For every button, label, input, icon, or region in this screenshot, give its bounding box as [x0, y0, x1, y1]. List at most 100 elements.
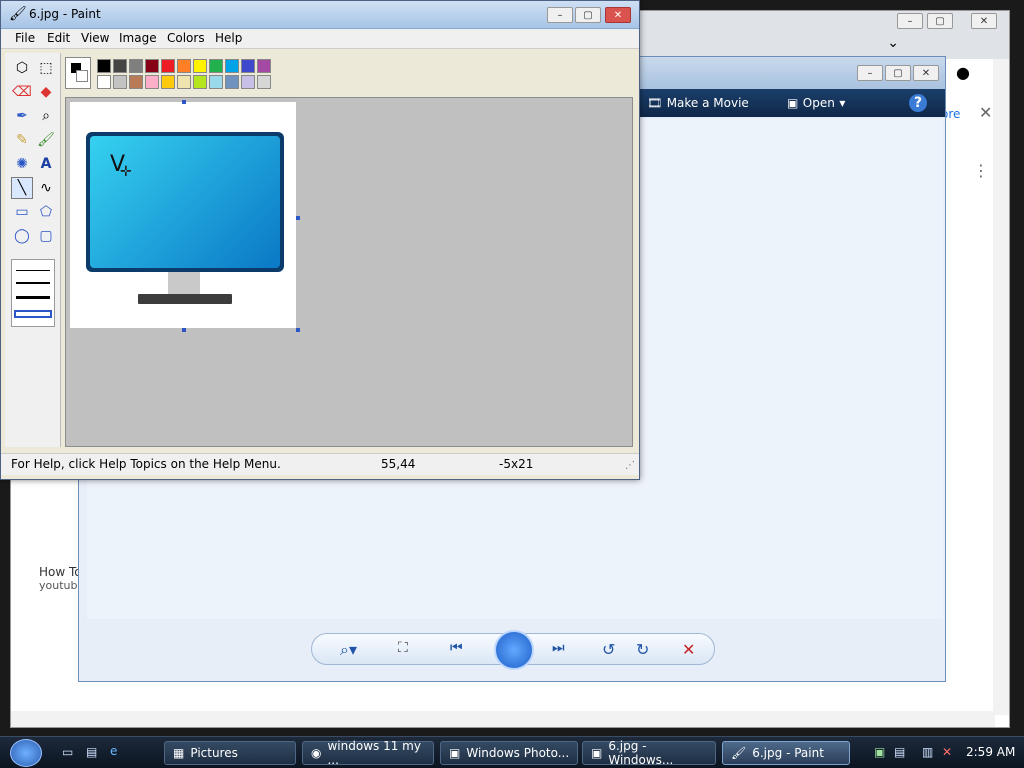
rect-select-icon[interactable]: ⬚ [35, 57, 57, 79]
tray-icon-1[interactable]: ▤ [894, 745, 905, 759]
chevron-down-icon[interactable]: ⌄ [887, 35, 899, 51]
pg-maximize-button[interactable]: ▢ [885, 65, 911, 81]
close-icon[interactable]: ✕ [979, 103, 992, 122]
menu-help[interactable]: Help [215, 31, 242, 45]
help-icon[interactable]: ? [909, 94, 927, 112]
show-desktop-icon[interactable]: ▭ [62, 745, 73, 759]
brush-icon[interactable]: 🖌 [35, 129, 57, 151]
menu-colors[interactable]: Colors [167, 31, 205, 45]
open-button[interactable]: ▣ Open ▾ [787, 95, 845, 111]
pencil-icon[interactable]: ✎ [11, 129, 33, 151]
resize-grip-icon[interactable]: ⋰ [625, 460, 635, 471]
palette-swatch[interactable] [113, 75, 127, 89]
palette-swatch[interactable] [145, 59, 159, 73]
paint-minimize-button[interactable]: – [547, 7, 573, 23]
network-icon[interactable]: ▣ [874, 745, 885, 759]
eraser-icon[interactable]: ⌫ [11, 81, 33, 103]
switch-windows-icon[interactable]: ▤ [86, 745, 97, 759]
browser-minimize-button[interactable]: – [897, 13, 923, 29]
palette-swatch[interactable] [129, 75, 143, 89]
paint-maximize-button[interactable]: ▢ [575, 7, 601, 23]
make-movie-button[interactable]: 🎞 Make a Movie [647, 95, 749, 111]
palette-swatch[interactable] [177, 59, 191, 73]
rotate-right-icon[interactable]: ↻ [636, 640, 649, 659]
menu-edit[interactable]: Edit [47, 31, 70, 45]
browser-close-button[interactable]: ✕ [971, 13, 997, 29]
rectangle-tool-icon[interactable]: ▭ [11, 201, 33, 223]
chrome-icon: ◉ [311, 746, 322, 760]
line-width-2[interactable] [16, 282, 50, 284]
clock[interactable]: 2:59 AM [966, 745, 1015, 759]
line-tool-icon[interactable]: ╲ [11, 177, 33, 199]
vertical-scrollbar[interactable] [993, 59, 1009, 715]
menu-file[interactable]: File [15, 31, 35, 45]
pg-minimize-button[interactable]: – [857, 65, 883, 81]
start-button[interactable] [10, 739, 42, 767]
secondary-color-swatch [76, 70, 88, 82]
ellipse-tool-icon[interactable]: ◯ [11, 225, 33, 247]
palette-swatch[interactable] [193, 75, 207, 89]
text-tool-icon[interactable]: A [35, 153, 57, 175]
palette-swatch[interactable] [225, 59, 239, 73]
palette-swatch[interactable] [257, 75, 271, 89]
zoom-icon[interactable]: ⌕▾ [340, 640, 357, 660]
photo-viewer-icon: ▣ [591, 746, 603, 760]
palette-swatch[interactable] [113, 59, 127, 73]
airbrush-icon[interactable]: ✺ [11, 153, 33, 175]
resize-handle-top[interactable] [182, 100, 186, 104]
actual-size-icon[interactable]: ⛶ [398, 640, 408, 656]
video-title[interactable]: How To [39, 565, 82, 579]
line-width-1[interactable] [16, 270, 50, 271]
palette-swatch[interactable] [209, 59, 223, 73]
pg-close-button[interactable]: ✕ [913, 65, 939, 81]
task-windows-photo[interactable]: ▣ Windows Photo... [440, 741, 578, 765]
delete-icon[interactable]: ✕ [682, 640, 695, 659]
palette-swatch[interactable] [193, 59, 207, 73]
palette-swatch[interactable] [225, 75, 239, 89]
palette-swatch[interactable] [97, 59, 111, 73]
palette-swatch[interactable] [257, 59, 271, 73]
free-select-icon[interactable]: ⬡ [11, 57, 33, 79]
task-browser[interactable]: ◉ windows 11 my ... [302, 739, 434, 767]
slideshow-button[interactable] [494, 630, 534, 670]
resize-handle-bottom[interactable] [182, 328, 186, 332]
magnifier-icon[interactable]: ⌕ [35, 105, 57, 127]
palette-swatch[interactable] [177, 75, 191, 89]
task-pictures[interactable]: ▦ Pictures [164, 741, 296, 765]
next-icon[interactable]: ⏭ [552, 640, 565, 656]
task-windows-viewer[interactable]: ▣ 6.jpg - Windows... [582, 739, 716, 767]
palette-swatch[interactable] [161, 75, 175, 89]
status-help: For Help, click Help Topics on the Help … [11, 457, 281, 471]
palette-swatch[interactable] [241, 59, 255, 73]
browser-maximize-button[interactable]: ▢ [927, 13, 953, 29]
palette-swatch[interactable] [97, 75, 111, 89]
line-width-selector[interactable] [11, 259, 55, 327]
volume-muted-icon[interactable]: ✕ [942, 745, 952, 759]
rotate-left-icon[interactable]: ↺ [602, 640, 615, 659]
resize-handle-corner[interactable] [296, 328, 300, 332]
paint-close-button[interactable]: ✕ [605, 7, 631, 23]
paint-canvas[interactable]: Ⅴ ✛ [70, 102, 296, 328]
palette-swatch[interactable] [241, 75, 255, 89]
line-width-4[interactable] [14, 310, 52, 318]
menu-image[interactable]: Image [119, 31, 157, 45]
previous-icon[interactable]: ⏮ [450, 640, 463, 656]
paint-canvas-area[interactable]: Ⅴ ✛ [65, 97, 633, 447]
rounded-rect-tool-icon[interactable]: ▢ [35, 225, 57, 247]
resize-handle-right[interactable] [296, 216, 300, 220]
polygon-tool-icon[interactable]: ⬠ [35, 201, 57, 223]
palette-swatch[interactable] [209, 75, 223, 89]
profile-icon[interactable]: ● [956, 63, 970, 82]
task-paint[interactable]: 🖌 6.jpg - Paint [722, 741, 850, 765]
horizontal-scrollbar[interactable] [11, 711, 995, 727]
curve-tool-icon[interactable]: ∿ [35, 177, 57, 199]
internet-explorer-icon[interactable]: e [110, 744, 117, 758]
menu-view[interactable]: View [81, 31, 109, 45]
line-width-3[interactable] [16, 296, 50, 299]
fill-bucket-icon[interactable]: ◆ [35, 81, 57, 103]
palette-swatch[interactable] [129, 59, 143, 73]
palette-swatch[interactable] [145, 75, 159, 89]
tray-icon-2[interactable]: ▥ [922, 745, 933, 759]
color-picker-icon[interactable]: ✒ [11, 105, 33, 127]
palette-swatch[interactable] [161, 59, 175, 73]
